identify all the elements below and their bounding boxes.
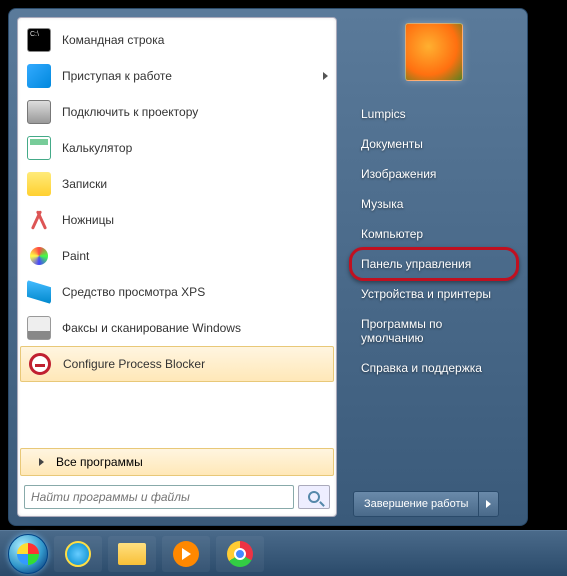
start-menu-right-panel: Lumpics Документы Изображения Музыка Компьют… — [337, 9, 527, 525]
right-item-control-panel[interactable]: Панель управления — [353, 249, 515, 279]
start-menu: Командная строка Приступая к работе Подклю… — [8, 8, 528, 526]
start-button[interactable] — [8, 534, 48, 574]
folder-icon — [118, 543, 146, 565]
program-item-sticky-notes[interactable]: Записки — [20, 166, 334, 202]
right-item-music[interactable]: Музыка — [353, 189, 515, 219]
right-item-label: Панель управления — [361, 257, 471, 271]
right-item-label: Компьютер — [361, 227, 423, 241]
taskbar-explorer[interactable] — [108, 536, 156, 572]
program-label: Командная строка — [62, 33, 164, 47]
program-label: Средство просмотра XPS — [62, 285, 205, 299]
shutdown-row: Завершение работы — [353, 491, 515, 517]
right-item-label: Документы — [361, 137, 423, 151]
program-label: Записки — [62, 177, 107, 191]
right-item-user[interactable]: Lumpics — [353, 99, 515, 129]
fax-scan-icon — [26, 315, 52, 341]
program-item-calculator[interactable]: Калькулятор — [20, 130, 334, 166]
xps-viewer-icon — [26, 279, 52, 305]
submenu-arrow-icon — [323, 72, 328, 80]
taskbar-wmp[interactable] — [162, 536, 210, 572]
user-avatar[interactable] — [405, 23, 463, 81]
snipping-tool-icon — [26, 207, 52, 233]
start-menu-left-panel: Командная строка Приступая к работе Подклю… — [17, 17, 337, 517]
right-item-documents[interactable]: Документы — [353, 129, 515, 159]
sticky-notes-icon — [26, 171, 52, 197]
program-item-process-blocker[interactable]: Configure Process Blocker — [20, 346, 334, 382]
right-item-label: Справка и поддержка — [361, 361, 482, 375]
taskbar — [0, 530, 567, 576]
chrome-icon — [227, 541, 253, 567]
shutdown-label: Завершение работы — [364, 498, 468, 510]
calculator-icon — [26, 135, 52, 161]
paint-icon — [26, 243, 52, 269]
shutdown-options-button[interactable] — [479, 491, 499, 517]
right-item-default-programs[interactable]: Программы по умолчанию — [353, 309, 515, 353]
program-label: Факсы и сканирование Windows — [62, 321, 241, 335]
right-item-label: Изображения — [361, 167, 436, 181]
program-item-getting-started[interactable]: Приступая к работе — [20, 58, 334, 94]
right-item-help[interactable]: Справка и поддержка — [353, 353, 515, 383]
search-box — [24, 484, 330, 510]
getting-started-icon — [26, 63, 52, 89]
right-item-devices-printers[interactable]: Устройства и принтеры — [353, 279, 515, 309]
program-label: Paint — [62, 249, 89, 263]
program-item-projector[interactable]: Подключить к проектору — [20, 94, 334, 130]
all-programs-label: Все программы — [56, 455, 143, 469]
all-programs-button[interactable]: Все программы — [20, 448, 334, 476]
program-label: Подключить к проектору — [62, 105, 198, 119]
taskbar-ie[interactable] — [54, 536, 102, 572]
projector-icon — [26, 99, 52, 125]
program-item-paint[interactable]: Paint — [20, 238, 334, 274]
search-button[interactable] — [298, 485, 330, 509]
right-item-label: Музыка — [361, 197, 403, 211]
search-input[interactable] — [24, 485, 294, 509]
ie-icon — [65, 541, 91, 567]
taskbar-chrome[interactable] — [216, 536, 264, 572]
right-item-computer[interactable]: Компьютер — [353, 219, 515, 249]
wmp-icon — [173, 541, 199, 567]
program-label: Ножницы — [62, 213, 114, 227]
program-label: Приступая к работе — [62, 69, 172, 83]
right-item-label: Lumpics — [361, 107, 406, 121]
right-item-label: Программы по умолчанию — [361, 317, 442, 345]
process-blocker-icon — [27, 351, 53, 377]
program-item-cmd[interactable]: Командная строка — [20, 22, 334, 58]
program-item-snipping-tool[interactable]: Ножницы — [20, 202, 334, 238]
cmd-icon — [26, 27, 52, 53]
shutdown-button[interactable]: Завершение работы — [353, 491, 479, 517]
search-icon — [308, 491, 320, 503]
program-list: Командная строка Приступая к работе Подклю… — [18, 18, 336, 446]
program-label: Configure Process Blocker — [63, 357, 205, 371]
program-item-xps-viewer[interactable]: Средство просмотра XPS — [20, 274, 334, 310]
program-item-fax-scan[interactable]: Факсы и сканирование Windows — [20, 310, 334, 346]
program-label: Калькулятор — [62, 141, 132, 155]
right-item-label: Устройства и принтеры — [361, 287, 491, 301]
right-item-pictures[interactable]: Изображения — [353, 159, 515, 189]
